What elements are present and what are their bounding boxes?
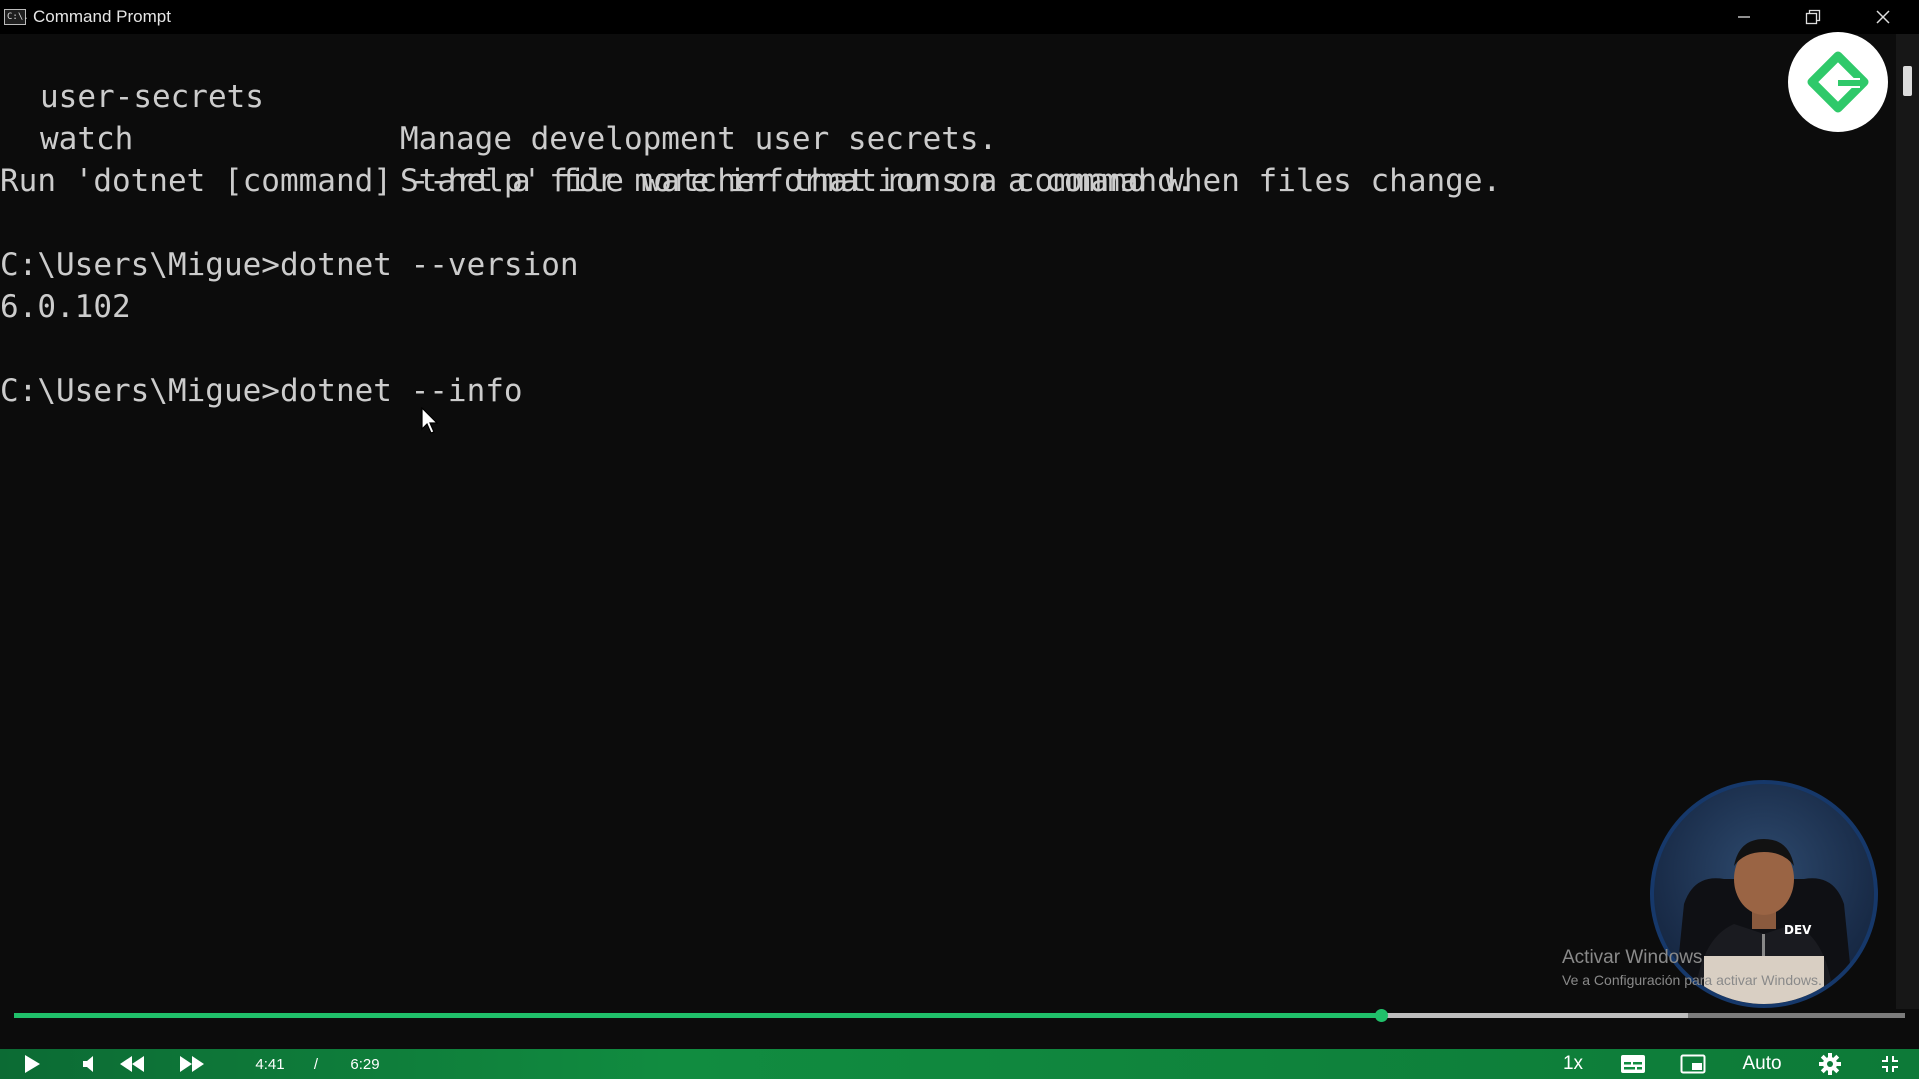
exit-fullscreen-icon xyxy=(1882,1056,1898,1072)
activation-watermark: Activar Windows Ve a Configuración para … xyxy=(1562,946,1822,990)
volume-icon xyxy=(83,1056,93,1072)
help-line: Run 'dotnet [command] --help' for more i… xyxy=(0,163,1195,199)
picture-in-picture-button[interactable] xyxy=(1674,1049,1712,1079)
picture-in-picture-icon xyxy=(1680,1054,1706,1074)
window-title: Command Prompt xyxy=(33,7,171,26)
subtitles-button[interactable] xyxy=(1614,1049,1652,1079)
minimize-button[interactable] xyxy=(1712,0,1776,34)
command-description: Manage development user secrets. xyxy=(400,121,998,157)
mouse-cursor-icon xyxy=(421,407,439,434)
current-time: 4:41 xyxy=(255,1055,285,1073)
prompt-line: C:\Users\Migue>dotnet --info xyxy=(0,373,523,409)
quality-button[interactable]: Auto xyxy=(1734,1049,1790,1079)
volume-button[interactable] xyxy=(72,1049,106,1079)
playback-speed-button[interactable]: 1x xyxy=(1553,1049,1593,1079)
logo-icon xyxy=(1807,51,1869,113)
prompt-line: C:\Users\Migue>dotnet --version xyxy=(0,247,579,283)
scrollbar-thumb[interactable] xyxy=(1903,66,1912,96)
settings-button[interactable] xyxy=(1812,1049,1848,1079)
exit-fullscreen-button[interactable] xyxy=(1872,1049,1908,1079)
progress-handle[interactable] xyxy=(1375,1009,1389,1022)
fast-forward-icon xyxy=(180,1056,204,1072)
duration: 6:29 xyxy=(350,1055,380,1073)
play-button[interactable] xyxy=(14,1049,50,1079)
command-output: 6.0.102 xyxy=(0,289,131,325)
time-separator: / xyxy=(313,1055,319,1073)
restore-button[interactable] xyxy=(1781,0,1845,34)
subtitles-icon xyxy=(1621,1055,1645,1073)
scrollbar[interactable] xyxy=(1896,34,1919,1009)
command-name: watch xyxy=(40,121,134,157)
app-icon: C:\. xyxy=(4,9,29,25)
close-button[interactable] xyxy=(1851,0,1915,34)
player-controls: 4:41 / 6:29 1x Auto xyxy=(0,1049,1919,1079)
command-row: watch Start a file watcher that runs a c… xyxy=(0,76,1600,199)
command-row: user-secrets Manage development user sec… xyxy=(0,34,1600,157)
title-bar: C:\. Command Prompt xyxy=(0,0,1919,34)
shirt-label: DEV xyxy=(1784,923,1812,937)
fast-forward-button[interactable] xyxy=(174,1049,210,1079)
channel-logo xyxy=(1788,32,1888,132)
activation-title: Activar Windows xyxy=(1562,947,1703,968)
close-icon xyxy=(1876,10,1890,24)
restore-icon xyxy=(1805,9,1821,25)
minimize-icon xyxy=(1738,16,1750,18)
rewind-button[interactable] xyxy=(114,1049,150,1079)
video-progress-bar[interactable] xyxy=(14,1009,1905,1022)
rewind-icon xyxy=(120,1056,144,1072)
play-icon xyxy=(25,1055,40,1073)
activation-subtitle: Ve a Configuración para activar Windows. xyxy=(1562,972,1822,988)
console-output[interactable]: user-secrets Manage development user sec… xyxy=(0,34,1895,1009)
progress-played xyxy=(14,1013,1382,1018)
settings-icon xyxy=(1819,1053,1841,1075)
